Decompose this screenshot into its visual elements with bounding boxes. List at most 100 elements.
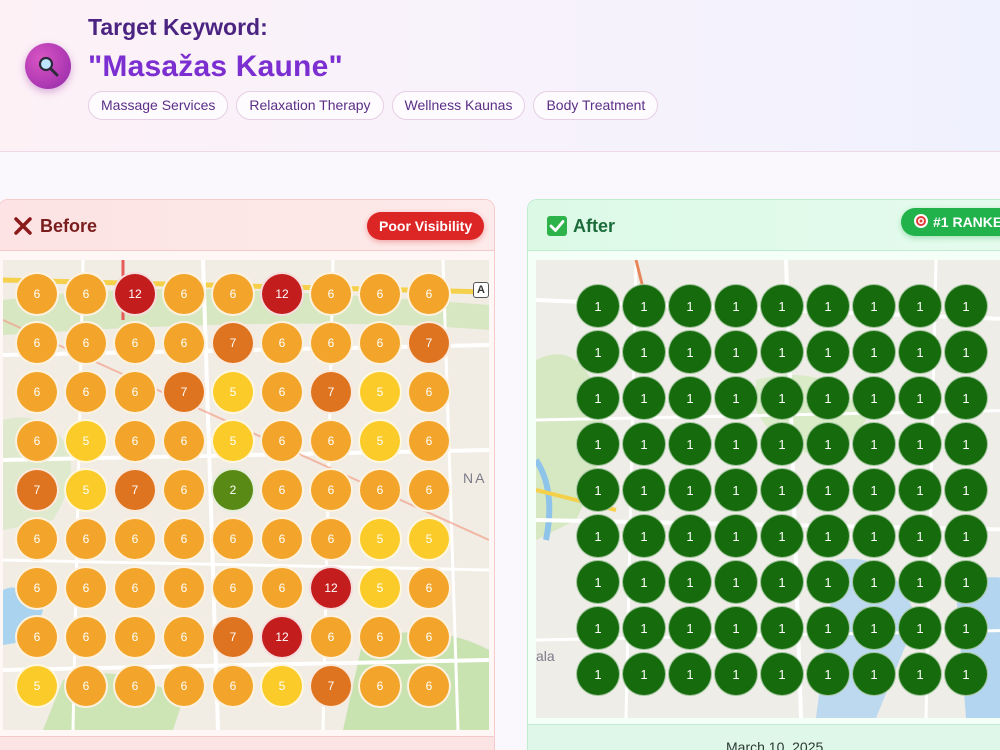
rank-pin[interactable]: 6 <box>15 272 59 316</box>
rank-pin[interactable]: 1 <box>622 284 666 328</box>
rank-pin[interactable]: 6 <box>15 566 59 610</box>
rank-pin[interactable]: 6 <box>407 664 451 708</box>
rank-pin[interactable]: 1 <box>760 422 804 466</box>
rank-pin[interactable]: 1 <box>622 606 666 650</box>
rank-pin[interactable]: 1 <box>898 376 942 420</box>
rank-pin[interactable]: 1 <box>806 468 850 512</box>
rank-pin[interactable]: 6 <box>407 272 451 316</box>
rank-pin[interactable]: 5 <box>211 370 255 414</box>
rank-pin[interactable]: 6 <box>358 664 402 708</box>
rank-pin[interactable]: 7 <box>162 370 206 414</box>
rank-pin[interactable]: 7 <box>113 468 157 512</box>
rank-pin[interactable]: 1 <box>576 468 620 512</box>
rank-pin[interactable]: 1 <box>714 468 758 512</box>
rank-pin[interactable]: 6 <box>358 321 402 365</box>
rank-pin[interactable]: 1 <box>668 560 712 604</box>
keyword-tag[interactable]: Massage Services <box>88 91 229 120</box>
rank-pin[interactable]: 6 <box>162 615 206 659</box>
rank-pin[interactable]: 1 <box>668 376 712 420</box>
rank-pin[interactable]: 6 <box>260 321 304 365</box>
rank-pin[interactable]: 6 <box>309 321 353 365</box>
rank-pin[interactable]: 6 <box>15 615 59 659</box>
rank-pin[interactable]: 1 <box>622 330 666 374</box>
keyword-tag[interactable]: Body Treatment <box>533 91 659 120</box>
rank-pin[interactable]: 6 <box>64 615 108 659</box>
rank-pin[interactable]: 1 <box>944 652 988 696</box>
rank-pin[interactable]: 12 <box>113 272 157 316</box>
rank-pin[interactable]: 6 <box>15 321 59 365</box>
rank-pin[interactable]: 6 <box>162 321 206 365</box>
rank-pin[interactable]: 6 <box>113 419 157 463</box>
rank-pin[interactable]: 6 <box>113 370 157 414</box>
rank-pin[interactable]: 6 <box>64 566 108 610</box>
rank-pin[interactable]: 1 <box>944 284 988 328</box>
rank-pin[interactable]: 1 <box>806 606 850 650</box>
rank-pin[interactable]: 1 <box>668 652 712 696</box>
rank-pin[interactable]: 5 <box>211 419 255 463</box>
rank-pin[interactable]: 5 <box>260 664 304 708</box>
rank-pin[interactable]: 1 <box>714 514 758 558</box>
rank-pin[interactable]: 1 <box>806 652 850 696</box>
rank-pin[interactable]: 2 <box>211 468 255 512</box>
rank-pin[interactable]: 1 <box>668 514 712 558</box>
rank-pin[interactable]: 1 <box>760 606 804 650</box>
rank-pin[interactable]: 1 <box>852 284 896 328</box>
rank-pin[interactable]: 6 <box>162 272 206 316</box>
rank-pin[interactable]: 1 <box>852 652 896 696</box>
rank-pin[interactable]: 1 <box>714 284 758 328</box>
rank-pin[interactable]: 1 <box>668 468 712 512</box>
rank-pin[interactable]: 6 <box>309 468 353 512</box>
rank-pin[interactable]: 1 <box>576 652 620 696</box>
rank-pin[interactable]: 1 <box>898 606 942 650</box>
rank-pin[interactable]: 6 <box>407 615 451 659</box>
rank-pin[interactable]: 6 <box>309 419 353 463</box>
rank-pin[interactable]: 1 <box>852 468 896 512</box>
rank-pin[interactable]: 6 <box>113 517 157 561</box>
rank-pin[interactable]: 5 <box>358 419 402 463</box>
rank-pin[interactable]: 6 <box>64 272 108 316</box>
rank-pin[interactable]: 6 <box>358 272 402 316</box>
rank-pin[interactable]: 5 <box>358 566 402 610</box>
rank-pin[interactable]: 1 <box>576 284 620 328</box>
rank-pin[interactable]: 1 <box>852 376 896 420</box>
rank-pin[interactable]: 1 <box>852 560 896 604</box>
rank-pin[interactable]: 6 <box>211 566 255 610</box>
rank-pin[interactable]: 1 <box>622 652 666 696</box>
rank-pin[interactable]: 6 <box>211 517 255 561</box>
rank-pin[interactable]: 6 <box>113 615 157 659</box>
rank-pin[interactable]: 6 <box>15 419 59 463</box>
rank-pin[interactable]: 12 <box>260 615 304 659</box>
rank-pin[interactable]: 1 <box>898 422 942 466</box>
rank-pin[interactable]: 6 <box>309 615 353 659</box>
rank-pin[interactable]: 6 <box>407 566 451 610</box>
rank-pin[interactable]: 1 <box>760 514 804 558</box>
rank-pin[interactable]: 6 <box>113 566 157 610</box>
rank-pin[interactable]: 1 <box>622 422 666 466</box>
rank-pin[interactable]: 7 <box>309 664 353 708</box>
rank-pin[interactable]: 6 <box>162 517 206 561</box>
rank-pin[interactable]: 6 <box>358 468 402 512</box>
rank-pin[interactable]: 1 <box>944 422 988 466</box>
rank-pin[interactable]: 6 <box>309 517 353 561</box>
rank-pin[interactable]: 6 <box>211 272 255 316</box>
rank-pin[interactable]: 1 <box>622 468 666 512</box>
rank-pin[interactable]: 5 <box>407 517 451 561</box>
rank-pin[interactable]: 1 <box>944 330 988 374</box>
rank-pin[interactable]: 6 <box>162 419 206 463</box>
rank-pin[interactable]: 1 <box>668 422 712 466</box>
rank-pin[interactable]: 1 <box>944 468 988 512</box>
rank-pin[interactable]: 1 <box>852 606 896 650</box>
rank-pin[interactable]: 1 <box>806 330 850 374</box>
rank-pin[interactable]: 7 <box>15 468 59 512</box>
rank-pin[interactable]: 12 <box>309 566 353 610</box>
rank-pin[interactable]: 6 <box>358 615 402 659</box>
rank-pin[interactable]: 1 <box>944 514 988 558</box>
rank-pin[interactable]: 1 <box>576 560 620 604</box>
rank-pin[interactable]: 1 <box>944 560 988 604</box>
rank-pin[interactable]: 1 <box>898 560 942 604</box>
rank-pin[interactable]: 1 <box>576 514 620 558</box>
rank-pin[interactable]: 1 <box>576 606 620 650</box>
rank-pin[interactable]: 1 <box>714 606 758 650</box>
rank-pin[interactable]: 1 <box>668 330 712 374</box>
rank-pin[interactable]: 1 <box>806 376 850 420</box>
